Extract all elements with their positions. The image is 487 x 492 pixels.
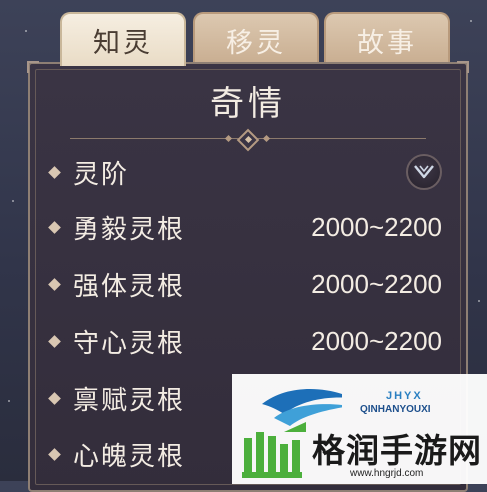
background-star: [8, 400, 10, 402]
background-star: [470, 20, 472, 22]
diamond-bullet-icon: [48, 277, 61, 291]
watermark-brand-cn: 格润手游网: [312, 431, 482, 470]
row-shouxin-linggen: 守心灵根 2000~2200: [48, 321, 442, 361]
chevron-down-icon: [414, 165, 434, 179]
diamond-bullet-icon: [48, 391, 61, 405]
row-label: 勇毅灵根: [73, 214, 186, 245]
watermark-brand-short: JHYX: [386, 390, 423, 402]
row-label: 灵阶: [73, 159, 130, 190]
row-label: 禀赋灵根: [73, 385, 186, 416]
row-label: 心魄灵根: [73, 441, 186, 472]
row-label: 强体灵根: [73, 271, 186, 302]
background-star: [478, 300, 480, 302]
site-watermark: JHYX QINHANYOUXI 格润手游网 www.hngrjd.com: [232, 374, 487, 484]
diamond-bullet-icon: [48, 447, 61, 461]
tab-zhiling[interactable]: 知灵: [60, 12, 186, 66]
tab-yiling[interactable]: 移灵: [193, 12, 319, 66]
background-star: [12, 200, 14, 202]
row-lingjie: 灵阶: [48, 152, 442, 192]
row-label: 守心灵根: [73, 328, 186, 359]
background-star: [25, 30, 27, 32]
row-value: 2000~2200: [311, 211, 442, 242]
row-yongyi-linggen: 勇毅灵根 2000~2200: [48, 207, 442, 247]
title-divider: [70, 128, 426, 152]
watermark-url: www.hngrjd.com: [350, 468, 424, 479]
row-value: 2000~2200: [311, 325, 442, 356]
panel-corner-ornament: [27, 61, 39, 73]
watermark-brand-en: QINHANYOUXI: [360, 404, 431, 415]
tab-gushi[interactable]: 故事: [324, 12, 450, 66]
panel-title: 奇情: [210, 84, 286, 124]
row-value: 2000~2200: [311, 268, 442, 299]
panel-corner-ornament: [457, 61, 469, 73]
row-qiangti-linggen: 强体灵根 2000~2200: [48, 264, 442, 304]
diamond-bullet-icon: [48, 334, 61, 348]
diamond-bullet-icon: [48, 165, 61, 179]
expand-button[interactable]: [406, 154, 442, 190]
diamond-bullet-icon: [48, 220, 61, 234]
